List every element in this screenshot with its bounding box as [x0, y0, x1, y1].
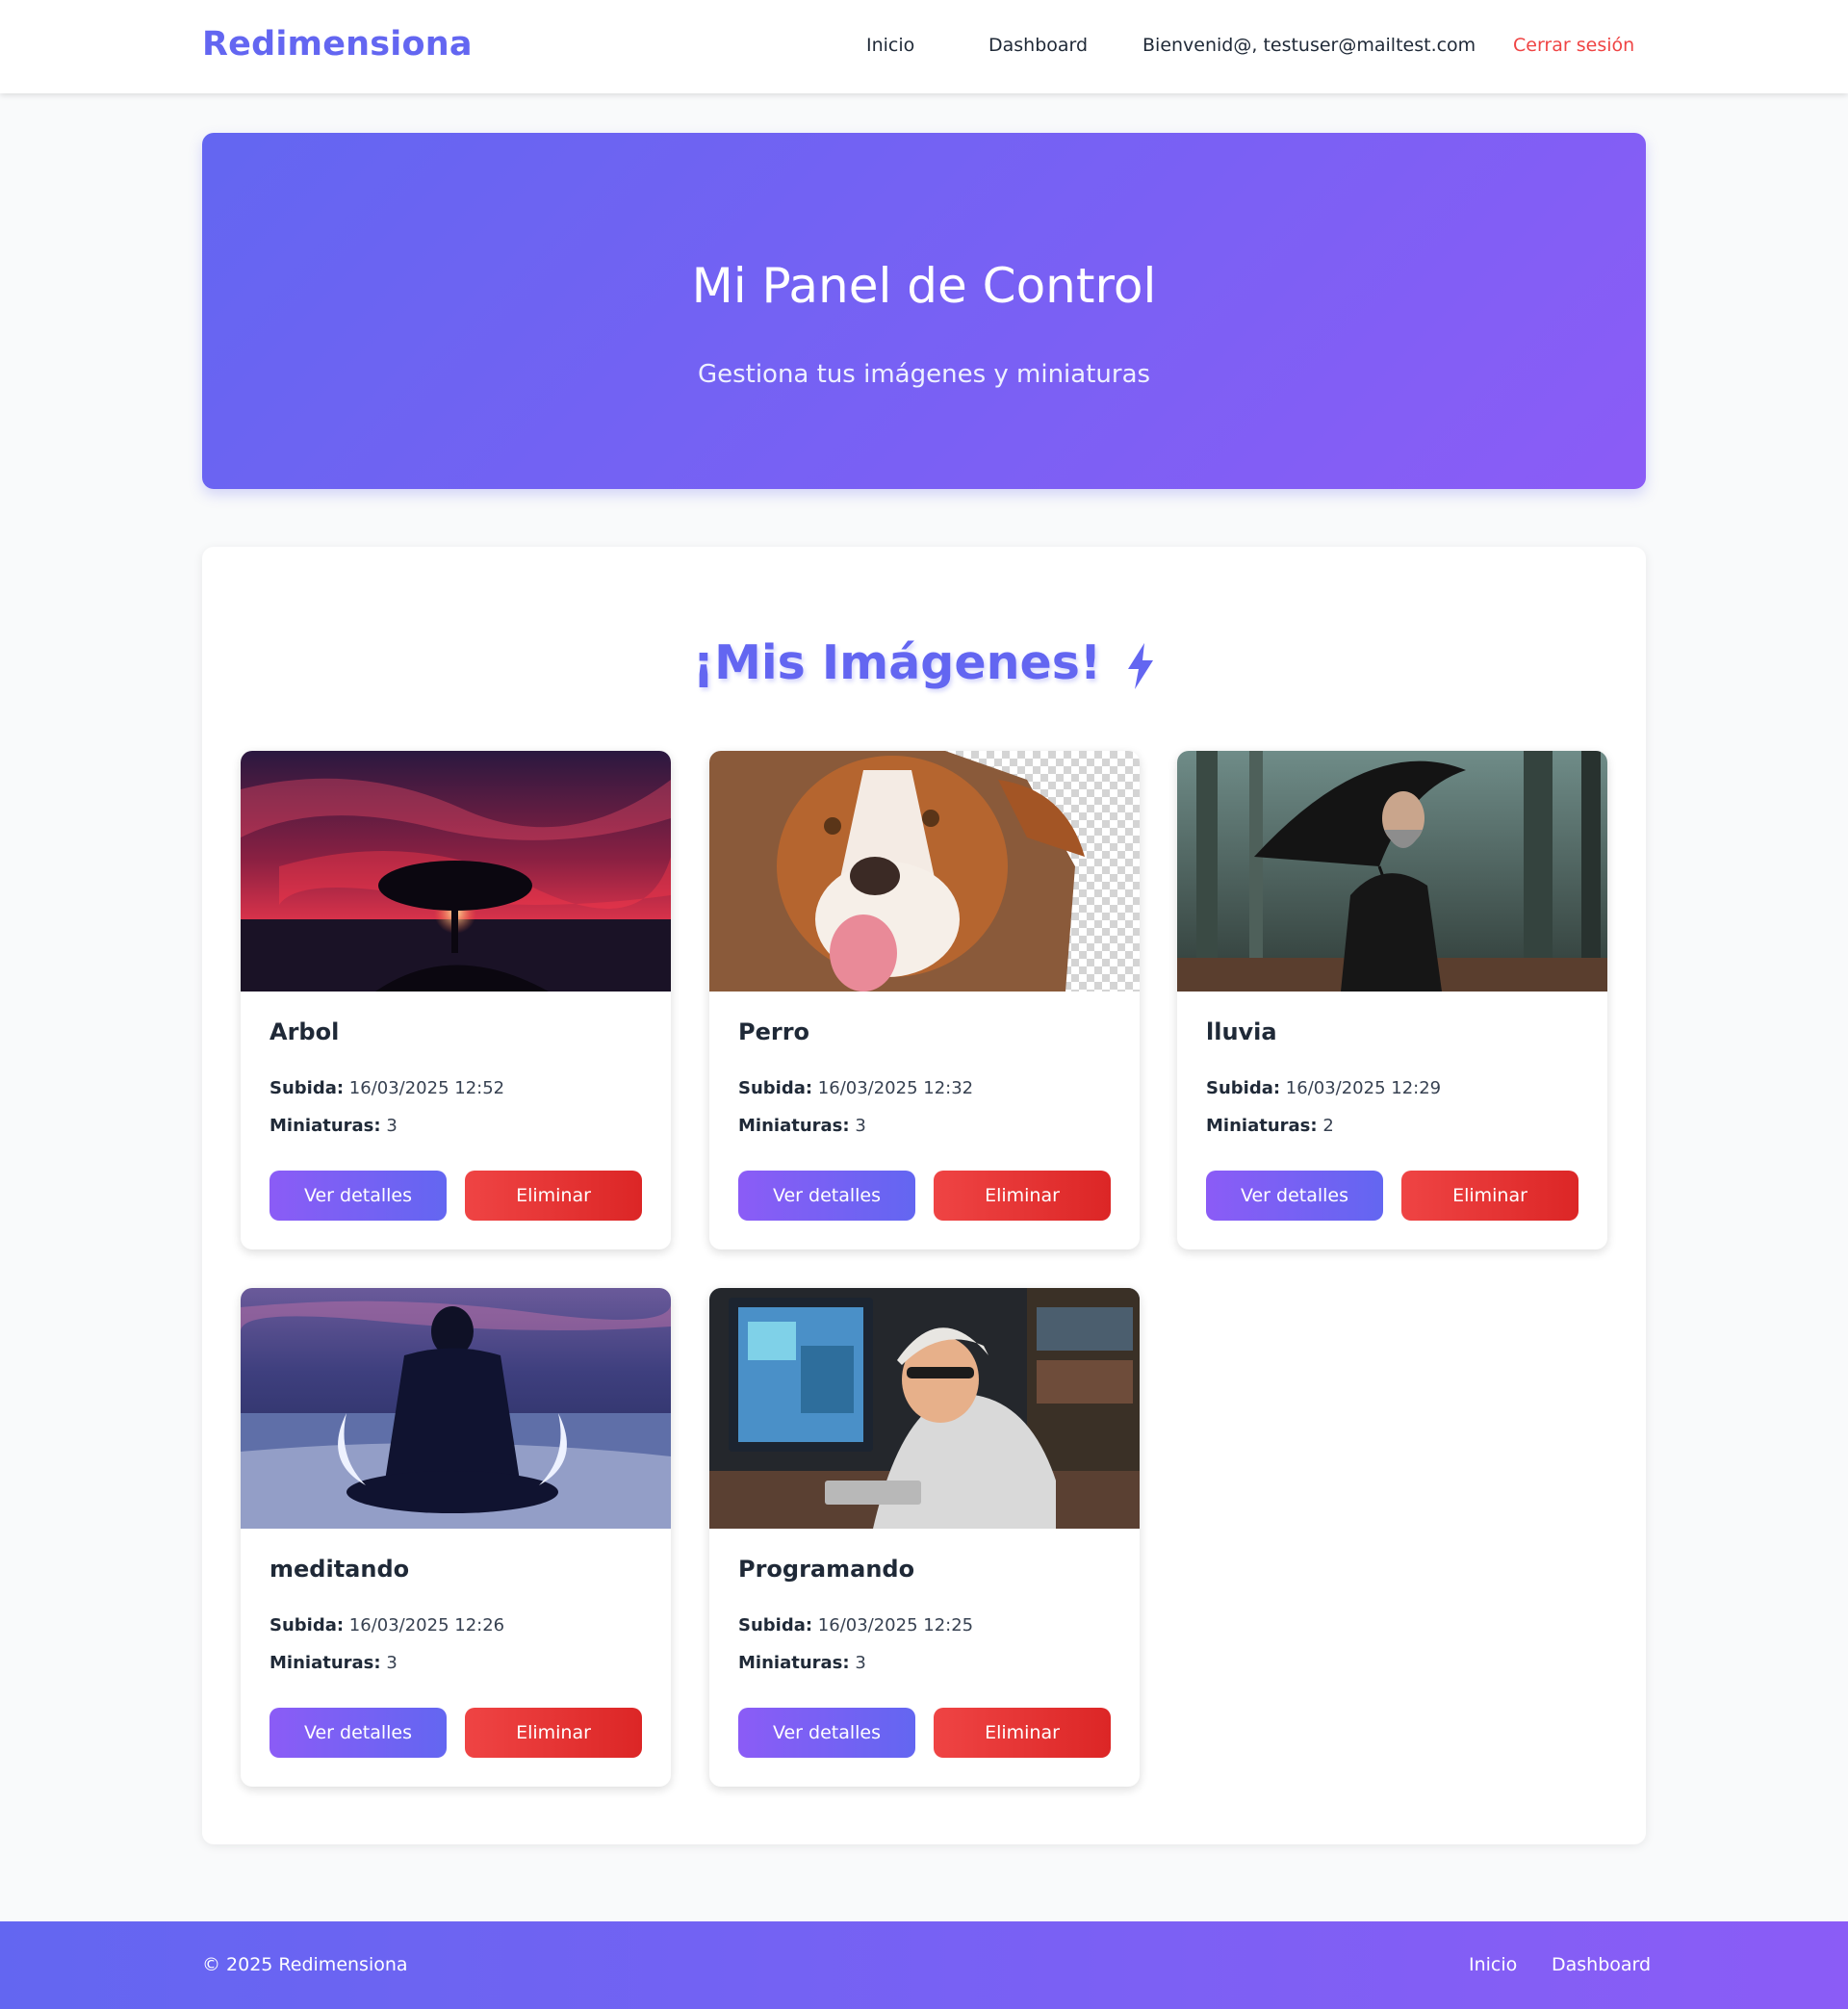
image-thumbnail[interactable]: [1177, 751, 1607, 992]
delete-button[interactable]: Eliminar: [934, 1708, 1111, 1758]
my-images-heading: ¡Mis Imágenes!: [202, 635, 1646, 690]
thumbnail-count-label: Miniaturas:: [1206, 1116, 1318, 1136]
image-title: meditando: [270, 1556, 410, 1583]
thumbnail-count: Miniaturas: 3: [738, 1116, 866, 1136]
image-thumbnail[interactable]: [709, 751, 1140, 992]
footer-inicio-link[interactable]: Inicio: [1469, 1954, 1517, 1975]
thumbnail-count-label: Miniaturas:: [270, 1116, 381, 1136]
lightning-bolt-icon: [1128, 642, 1154, 689]
upload-date-value: 16/03/2025 12:25: [817, 1615, 974, 1636]
image-title: Arbol: [270, 1018, 340, 1045]
thumbnail-count: Miniaturas: 3: [738, 1653, 866, 1673]
image-title: Perro: [738, 1018, 810, 1045]
page-subtitle: Gestiona tus imágenes y miniaturas: [697, 360, 1151, 389]
page-footer: © 2025 Redimensiona Inicio Dashboard: [0, 1921, 1848, 2009]
nav-dashboard-link[interactable]: Dashboard: [988, 35, 1088, 56]
upload-date-label: Subida:: [270, 1078, 345, 1098]
view-details-button[interactable]: Ver detalles: [738, 1171, 915, 1221]
thumbnail-count-label: Miniaturas:: [270, 1653, 381, 1673]
thumbnail-count-label: Miniaturas:: [738, 1653, 850, 1673]
my-images-panel: ¡Mis Imágenes! Arbol Subida: 16/03/2025 …: [202, 547, 1646, 1844]
image-thumbnail[interactable]: [709, 1288, 1140, 1529]
image-title: Programando: [738, 1556, 915, 1583]
image-card: Perro Subida: 16/03/2025 12:32 Miniatura…: [709, 751, 1140, 1249]
upload-date: Subida: 16/03/2025 12:26: [270, 1615, 504, 1636]
delete-button[interactable]: Eliminar: [465, 1708, 642, 1758]
my-images-heading-text: ¡Mis Imágenes!: [692, 635, 1102, 690]
image-card: meditando Subida: 16/03/2025 12:26 Minia…: [241, 1288, 671, 1787]
welcome-user-text: Bienvenid@, testuser@mailtest.com: [1142, 35, 1476, 56]
thumbnail-count-value: 3: [855, 1116, 866, 1136]
upload-date-label: Subida:: [738, 1078, 813, 1098]
image-thumbnail[interactable]: [241, 751, 671, 992]
image-thumbnail[interactable]: [241, 1288, 671, 1529]
image-title: lluvia: [1206, 1018, 1277, 1045]
thumbnail-count: Miniaturas: 3: [270, 1653, 398, 1673]
upload-date-label: Subida:: [270, 1615, 345, 1636]
image-card: lluvia Subida: 16/03/2025 12:29 Miniatur…: [1177, 751, 1607, 1249]
view-details-button[interactable]: Ver detalles: [270, 1708, 447, 1758]
upload-date: Subida: 16/03/2025 12:25: [738, 1615, 973, 1636]
thumbnail-count-value: 2: [1322, 1116, 1334, 1136]
thumbnail-count: Miniaturas: 3: [270, 1116, 398, 1136]
footer-dashboard-link[interactable]: Dashboard: [1552, 1954, 1651, 1975]
upload-date-value: 16/03/2025 12:32: [817, 1078, 974, 1098]
footer-copyright: © 2025 Redimensiona: [202, 1954, 408, 1975]
delete-button[interactable]: Eliminar: [1401, 1171, 1578, 1221]
view-details-button[interactable]: Ver detalles: [270, 1171, 447, 1221]
upload-date: Subida: 16/03/2025 12:52: [270, 1078, 504, 1098]
upload-date-value: 16/03/2025 12:52: [348, 1078, 505, 1098]
view-details-button[interactable]: Ver detalles: [738, 1708, 915, 1758]
top-navbar: Redimensiona Inicio Dashboard Bienvenid@…: [0, 0, 1848, 93]
upload-date-label: Subida:: [1206, 1078, 1281, 1098]
brand-logo-link[interactable]: Redimensiona: [202, 25, 473, 64]
dashboard-hero-banner: Mi Panel de Control Gestiona tus imágene…: [202, 133, 1646, 489]
upload-date-value: 16/03/2025 12:26: [348, 1615, 505, 1636]
image-card: Programando Subida: 16/03/2025 12:25 Min…: [709, 1288, 1140, 1787]
thumbnail-count-label: Miniaturas:: [738, 1116, 850, 1136]
page-title: Mi Panel de Control: [691, 258, 1157, 314]
image-card: Arbol Subida: 16/03/2025 12:52 Miniatura…: [241, 751, 671, 1249]
delete-button[interactable]: Eliminar: [465, 1171, 642, 1221]
thumbnail-count-value: 3: [386, 1653, 398, 1673]
upload-date: Subida: 16/03/2025 12:29: [1206, 1078, 1441, 1098]
upload-date-value: 16/03/2025 12:29: [1285, 1078, 1442, 1098]
upload-date-label: Subida:: [738, 1615, 813, 1636]
upload-date: Subida: 16/03/2025 12:32: [738, 1078, 973, 1098]
thumbnail-count-value: 3: [855, 1653, 866, 1673]
nav-inicio-link[interactable]: Inicio: [866, 35, 914, 56]
view-details-button[interactable]: Ver detalles: [1206, 1171, 1383, 1221]
logout-link[interactable]: Cerrar sesión: [1513, 35, 1634, 56]
delete-button[interactable]: Eliminar: [934, 1171, 1111, 1221]
thumbnail-count-value: 3: [386, 1116, 398, 1136]
thumbnail-count: Miniaturas: 2: [1206, 1116, 1334, 1136]
